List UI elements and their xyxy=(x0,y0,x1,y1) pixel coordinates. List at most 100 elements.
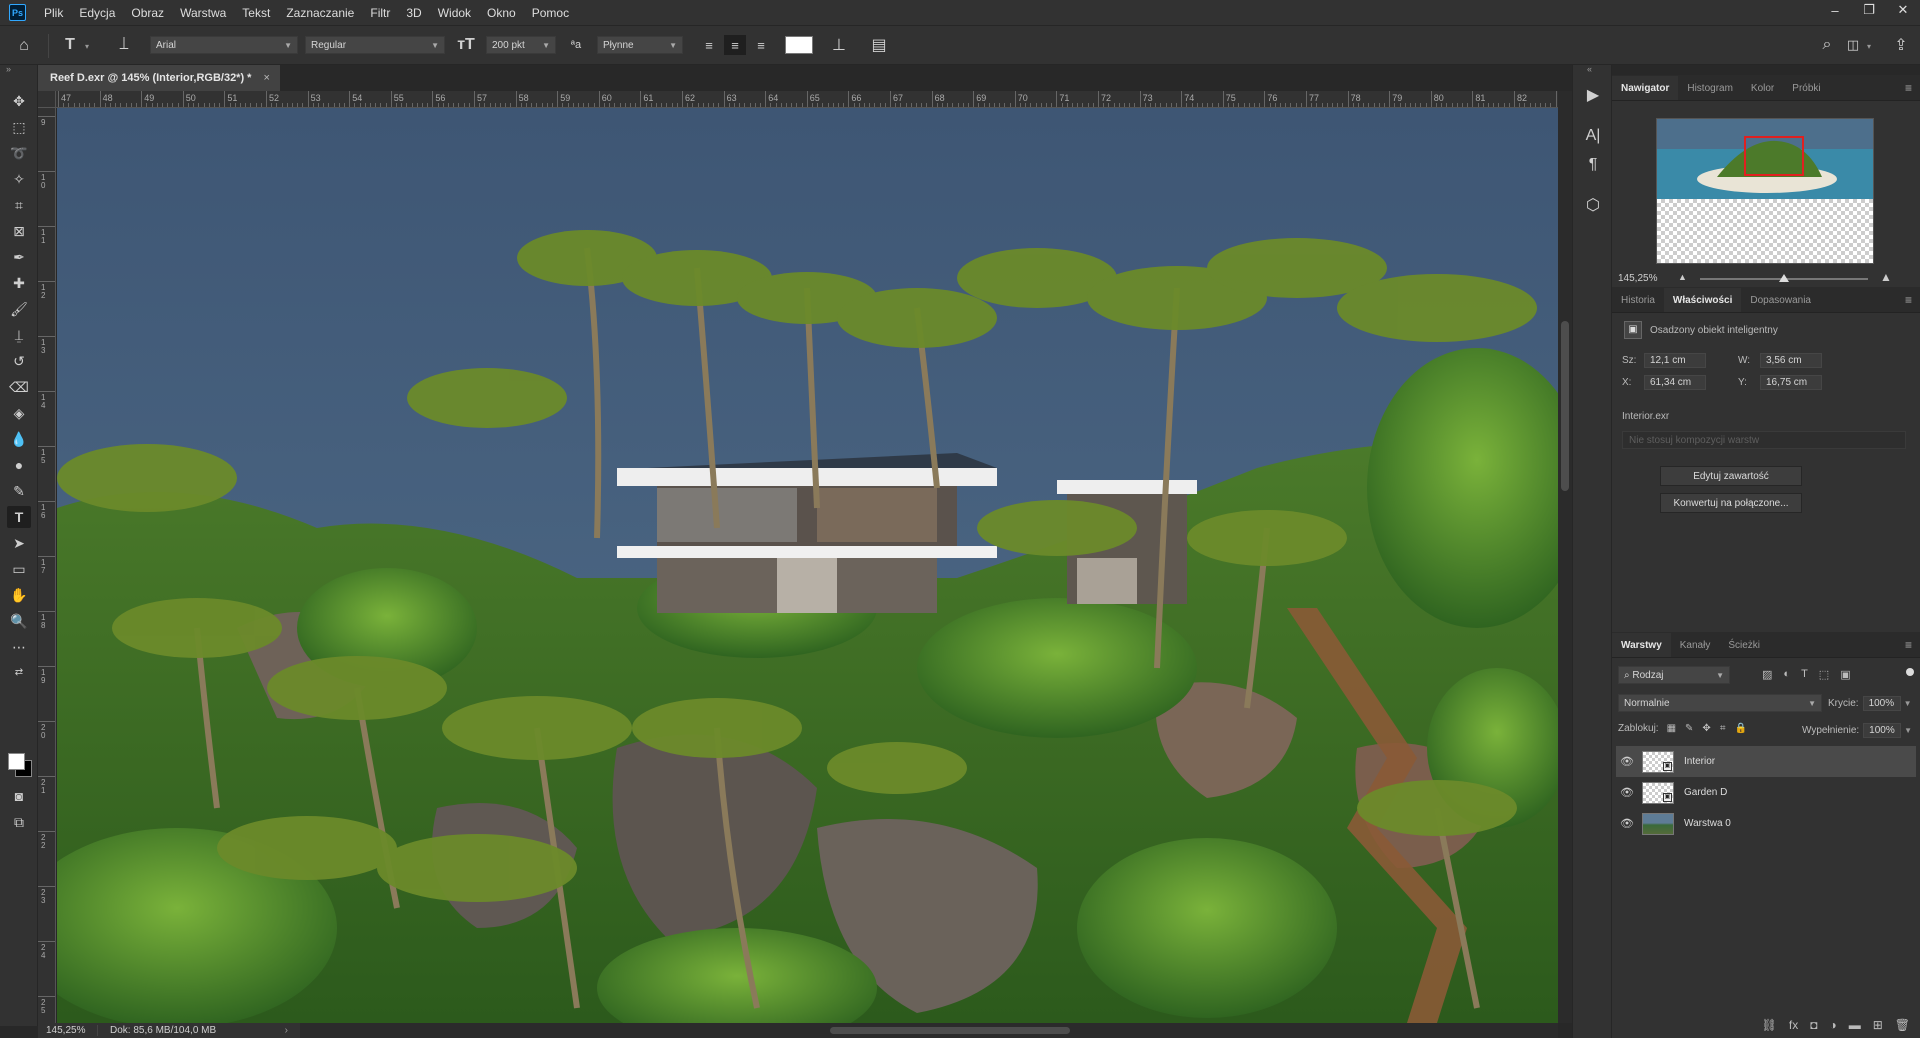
blend-mode-select[interactable]: Normalnie ▼ xyxy=(1618,694,1822,712)
paragraph-icon[interactable]: ¶ xyxy=(1581,153,1605,177)
3d-cube-icon[interactable]: ⬡ xyxy=(1581,193,1605,217)
lock-all-icon[interactable]: 🔒 xyxy=(1734,723,1746,734)
lock-artboard-icon[interactable]: ⌗ xyxy=(1720,723,1726,734)
tab-swatches[interactable]: Próbki xyxy=(1783,76,1829,100)
menu-select[interactable]: Zaznaczanie xyxy=(284,4,356,22)
navigator-preview[interactable] xyxy=(1656,118,1874,264)
history-brush-tool-icon[interactable]: ↺ xyxy=(7,350,31,372)
magic-wand-tool-icon[interactable]: ✧ xyxy=(7,168,31,190)
tab-adjustments[interactable]: Dopasowania xyxy=(1741,288,1820,312)
foreground-color-swatch[interactable] xyxy=(8,753,25,770)
layer-row-garden-d[interactable]: 👁 ▣ Garden D xyxy=(1616,777,1916,808)
swap-colors-icon[interactable]: ⇄ xyxy=(7,661,31,683)
home-icon[interactable]: ⌂ xyxy=(14,36,34,56)
type-tool-icon[interactable]: T xyxy=(7,506,31,528)
share-icon[interactable]: ⇪ xyxy=(1890,35,1912,55)
filter-pixel-icon[interactable]: ▨ xyxy=(1762,668,1772,681)
tab-navigator[interactable]: Nawigator xyxy=(1612,76,1679,100)
filter-toggle-icon[interactable] xyxy=(1906,668,1914,676)
paint-bucket-tool-icon[interactable]: ◈ xyxy=(7,402,31,424)
close-icon[interactable]: ✕ xyxy=(1886,0,1920,20)
panel-menu-icon[interactable]: ≡ xyxy=(1905,293,1912,307)
menu-image[interactable]: Obraz xyxy=(129,4,166,22)
lock-transparent-icon[interactable]: ▦ xyxy=(1667,723,1676,734)
character-panel-icon[interactable]: ▤ xyxy=(868,35,890,55)
chevron-down-icon[interactable]: ▼ xyxy=(1904,699,1912,708)
lasso-tool-icon[interactable]: ➰ xyxy=(7,142,31,164)
type-tool-preset-icon[interactable]: T xyxy=(60,35,80,55)
chevron-down-icon[interactable]: ▾ xyxy=(1864,36,1874,56)
filter-adjustment-icon[interactable]: ◐ xyxy=(1783,668,1790,681)
navigator-zoom-value[interactable]: 145,25% xyxy=(1618,273,1657,284)
eyedropper-tool-icon[interactable]: ✒ xyxy=(7,246,31,268)
menu-file[interactable]: Plik xyxy=(42,4,65,22)
tab-channels[interactable]: Kanały xyxy=(1671,633,1720,657)
horizontal-scrollbar[interactable] xyxy=(300,1023,1558,1038)
visibility-eye-icon[interactable]: 👁 xyxy=(1616,817,1638,830)
tab-paths[interactable]: Ścieżki xyxy=(1719,633,1769,657)
x-field[interactable]: 61,34 cm xyxy=(1644,375,1706,390)
align-left-icon[interactable]: ≡ xyxy=(698,35,720,55)
convert-to-linked-button[interactable]: Konwertuj na połączone... xyxy=(1660,493,1802,513)
healing-brush-tool-icon[interactable]: ✚ xyxy=(7,272,31,294)
zoom-out-icon[interactable]: ▲ xyxy=(1678,272,1687,282)
pen-tool-icon[interactable]: ✎ xyxy=(7,480,31,502)
status-menu-icon[interactable]: › xyxy=(285,1025,288,1036)
close-icon[interactable]: × xyxy=(263,72,269,84)
chevron-down-icon[interactable]: ▼ xyxy=(1904,726,1912,735)
visibility-eye-icon[interactable]: 👁 xyxy=(1616,755,1638,768)
character-icon[interactable]: A| xyxy=(1581,124,1605,148)
filter-type-icon[interactable]: T xyxy=(1801,668,1808,681)
workspace-icon[interactable]: ◫ xyxy=(1842,35,1864,55)
layer-comp-select[interactable]: Nie stosuj kompozycji warstw xyxy=(1622,431,1906,449)
warp-text-icon[interactable]: ⊥ xyxy=(828,35,850,55)
width-field[interactable]: 12,1 cm xyxy=(1644,353,1706,368)
font-size-select[interactable]: 200 pkt ▼ xyxy=(486,36,556,54)
lock-position-icon[interactable]: ✥ xyxy=(1702,723,1710,734)
font-style-select[interactable]: Regular ▼ xyxy=(305,36,445,54)
filter-smart-object-icon[interactable]: ▣ xyxy=(1840,668,1850,681)
y-field[interactable]: 16,75 cm xyxy=(1760,375,1822,390)
document-canvas[interactable] xyxy=(57,108,1558,1023)
delete-layer-icon[interactable]: 🗑 xyxy=(1895,1018,1910,1032)
menu-help[interactable]: Pomoc xyxy=(530,4,571,22)
tab-histogram[interactable]: Histogram xyxy=(1678,76,1742,100)
menu-type[interactable]: Tekst xyxy=(240,4,272,22)
screen-mode-icon[interactable]: ⧉ xyxy=(7,811,31,833)
align-right-icon[interactable]: ≡ xyxy=(750,35,772,55)
edit-contents-button[interactable]: Edytuj zawartość xyxy=(1660,466,1802,486)
align-center-icon[interactable]: ≡ xyxy=(724,35,746,55)
dodge-tool-icon[interactable]: ● xyxy=(7,454,31,476)
vertical-scrollbar[interactable] xyxy=(1558,91,1572,1023)
minimize-icon[interactable]: – xyxy=(1818,0,1852,20)
collapse-icon[interactable]: » xyxy=(6,64,11,74)
rectangle-tool-icon[interactable]: ▭ xyxy=(7,558,31,580)
play-actions-icon[interactable]: ▶ xyxy=(1581,83,1605,107)
new-adjustment-icon[interactable]: ◑ xyxy=(1829,1018,1836,1032)
text-color-swatch[interactable] xyxy=(785,36,813,54)
brush-tool-icon[interactable]: 🖌 xyxy=(7,298,31,320)
antialias-select[interactable]: Płynne ▼ xyxy=(597,36,683,54)
frame-tool-icon[interactable]: ⊠ xyxy=(7,220,31,242)
opacity-field[interactable]: 100% xyxy=(1862,696,1901,711)
menu-3d[interactable]: 3D xyxy=(404,4,423,22)
height-field[interactable]: 3,56 cm xyxy=(1760,353,1822,368)
zoom-tool-icon[interactable]: 🔍 xyxy=(7,610,31,632)
status-zoom[interactable]: 145,25% xyxy=(38,1025,98,1036)
menu-filter[interactable]: Filtr xyxy=(368,4,392,22)
layer-filter-select[interactable]: ⌕ Rodzaj ▼ xyxy=(1618,666,1730,684)
new-layer-icon[interactable]: ⊞ xyxy=(1873,1018,1883,1032)
crop-tool-icon[interactable]: ⌗ xyxy=(7,194,31,216)
collapse-icon[interactable]: « xyxy=(1587,64,1592,74)
layer-style-icon[interactable]: fx xyxy=(1789,1018,1798,1032)
chevron-down-icon[interactable]: ▾ xyxy=(82,36,92,56)
zoom-in-icon[interactable]: ▲ xyxy=(1880,270,1892,284)
scrollbar-thumb[interactable] xyxy=(830,1027,1070,1034)
font-family-select[interactable]: Arial ▼ xyxy=(150,36,298,54)
blur-tool-icon[interactable]: 💧 xyxy=(7,428,31,450)
hand-tool-icon[interactable]: ✋ xyxy=(7,584,31,606)
scrollbar-thumb[interactable] xyxy=(1561,321,1569,491)
tab-properties[interactable]: Właściwości xyxy=(1663,288,1742,312)
tab-history[interactable]: Historia xyxy=(1612,288,1664,312)
search-icon[interactable]: ⌕ xyxy=(1816,35,1838,55)
